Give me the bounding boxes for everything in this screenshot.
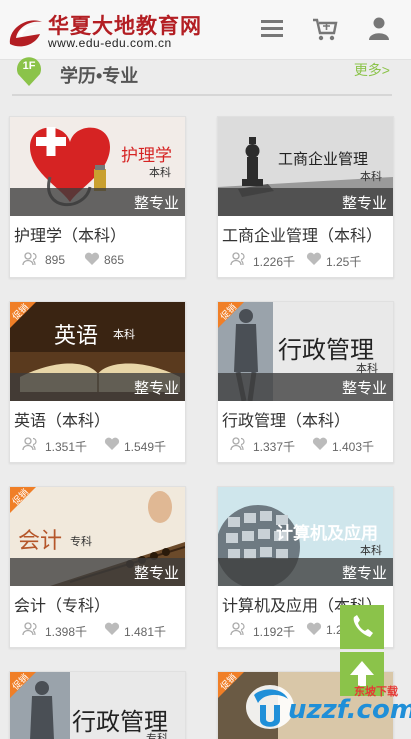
card-title[interactable]: 护理学（本科） — [14, 222, 126, 246]
views-icon — [230, 437, 245, 451]
card-band: 整专业 — [218, 188, 393, 216]
section-title: 学历•专业 — [60, 66, 139, 86]
card-image-title: 英语 — [54, 324, 99, 349]
card-band-label: 整专业 — [341, 564, 387, 582]
likes-count: 1.549千 — [124, 440, 167, 454]
card-band-label: 整专业 — [341, 194, 387, 212]
menu-icon[interactable] — [258, 14, 288, 44]
card-band-label: 整专业 — [133, 379, 179, 397]
card-title[interactable]: 英语（本科） — [14, 407, 110, 431]
likes-icon — [306, 252, 322, 265]
likes-icon — [306, 622, 322, 635]
views-icon — [230, 252, 245, 266]
course-card[interactable]: 工商企业管理 本科 整专业 工商企业管理（本科） 1.226千 1.25千 — [217, 116, 394, 278]
views-icon — [22, 437, 37, 451]
card-image-title: 会计 — [18, 529, 63, 554]
views-count: 1.226千 — [253, 255, 296, 269]
course-card[interactable]: 促销 行政管理 本科 整专业 行政管理（本科） 1.337千 1.403千 — [217, 301, 394, 463]
likes-icon — [104, 622, 120, 635]
likes-icon — [84, 252, 100, 265]
likes-count: 1.481千 — [124, 625, 167, 639]
likes-icon — [104, 437, 120, 450]
card-band-label: 整专业 — [133, 564, 179, 582]
logo-icon[interactable] — [6, 12, 46, 52]
watermark-logo: uzzf.com 东坡下载 — [232, 673, 411, 739]
top-bar: 华夏大地教育网 www.edu-edu.com.cn — [0, 0, 411, 60]
card-image-subtitle: 本科 — [113, 328, 135, 341]
card-image-subtitle: 本科 — [360, 170, 382, 183]
user-icon[interactable] — [364, 14, 394, 44]
card-band: 整专业 — [218, 373, 393, 401]
views-icon — [22, 252, 37, 266]
card-title[interactable]: 工商企业管理（本科） — [222, 222, 382, 246]
likes-count: 1.25千 — [326, 255, 362, 269]
card-image-subtitle: 本科 — [360, 544, 382, 557]
likes-icon — [312, 437, 328, 450]
card-image-subtitle: 专科 — [146, 732, 168, 739]
views-count: 1.192千 — [253, 625, 296, 639]
likes-count: 865 — [104, 253, 125, 267]
site-url: www.edu-edu.com.cn — [48, 36, 172, 50]
likes-count: 1.403千 — [332, 440, 375, 454]
watermark-tag: 东坡下载 — [354, 685, 398, 698]
card-image-subtitle: 专科 — [70, 535, 92, 548]
views-count: 1.337千 — [253, 440, 296, 454]
views-count: 895 — [45, 253, 66, 267]
card-band-label: 整专业 — [341, 379, 387, 397]
card-band: 整专业 — [218, 558, 393, 586]
floor-label: 1F — [22, 60, 36, 72]
views-count: 1.351千 — [45, 440, 88, 454]
card-title[interactable]: 会计（专科） — [14, 592, 110, 616]
views-icon — [22, 622, 37, 636]
more-link[interactable]: 更多> — [354, 60, 390, 80]
card-image-subtitle: 本科 — [149, 166, 171, 179]
card-band: 整专业 — [10, 373, 185, 401]
cart-icon[interactable] — [310, 14, 340, 44]
course-card[interactable]: 促销 会计 专科 整专业 会计（专科） 1.398千 1.481千 — [9, 486, 186, 648]
course-card[interactable]: 促销 行政管理 专科 — [9, 671, 186, 739]
watermark-brand: uzzf.com — [288, 695, 411, 725]
phone-icon — [353, 615, 373, 637]
card-band-label: 整专业 — [133, 194, 179, 212]
card-image-title: 工商企业管理 — [278, 150, 369, 168]
card-title[interactable]: 行政管理（本科） — [222, 407, 350, 431]
course-card[interactable]: 促销 英语 本科 整专业 英语（本科） 1.351千 1.549千 — [9, 301, 186, 463]
call-button[interactable] — [340, 605, 384, 649]
card-band: 整专业 — [10, 188, 185, 216]
section-header: 1F 学历•专业 更多> — [12, 57, 392, 96]
views-count: 1.398千 — [45, 625, 88, 639]
card-image-title: 护理学 — [121, 146, 172, 166]
card-image-title: 计算机及应用 — [276, 524, 378, 544]
course-card[interactable]: 护理学 本科 整专业 护理学（本科） 895 865 — [9, 116, 186, 278]
views-icon — [230, 622, 245, 636]
card-band: 整专业 — [10, 558, 185, 586]
